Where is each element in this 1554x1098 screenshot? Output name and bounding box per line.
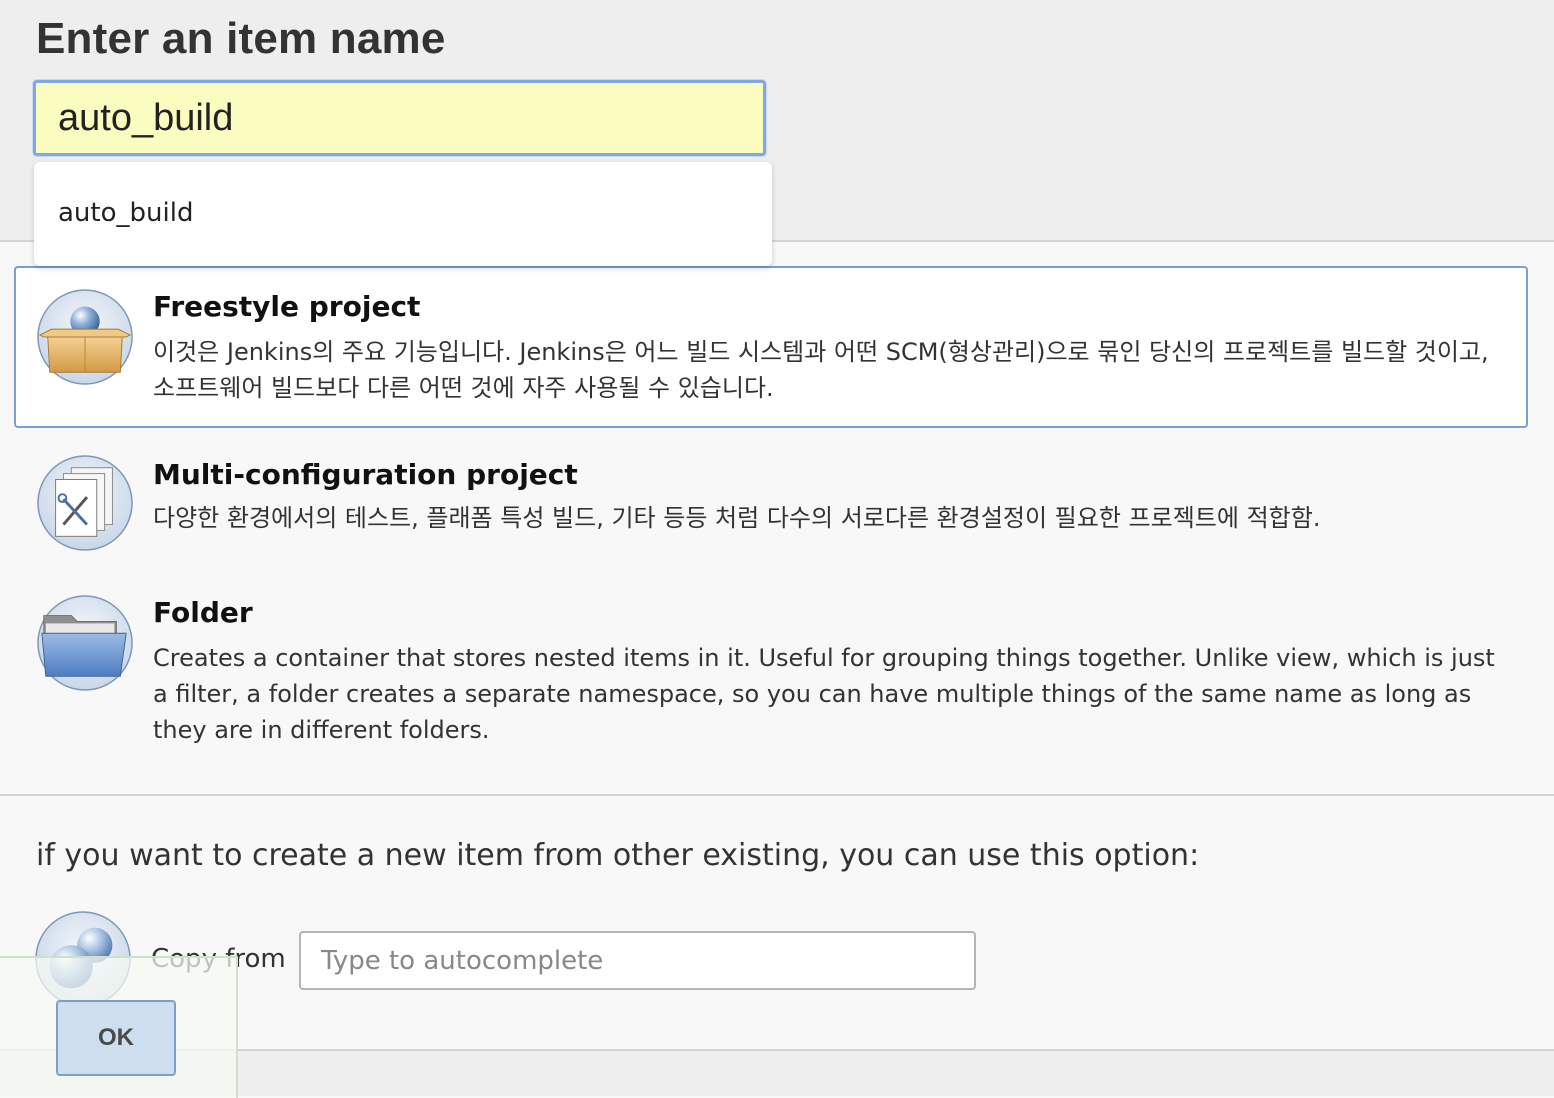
autocomplete-suggestion[interactable]: auto_build [58,198,193,228]
item-description-folder: Creates a container that stores nested i… [153,644,1495,744]
copy-from-input[interactable] [299,931,976,990]
item-label-folder: Folder [153,596,253,629]
bottom-sticky-panel: OK [0,956,238,1098]
section-divider [0,794,1554,796]
item-type-folder[interactable]: Folder Creates a container that stores n… [14,582,1528,752]
item-description-multi-configuration: 다양한 환경에서의 테스트, 플래폼 특성 빌드, 기타 등등 처럼 다수의 서… [153,504,1321,532]
item-description-freestyle: 이것은 Jenkins의 주요 기능입니다. Jenkins은 어느 빌드 시스… [153,338,1489,402]
item-name-input[interactable] [33,80,766,156]
item-type-freestyle[interactable]: Freestyle project 이것은 Jenkins의 주요 기능입니다.… [14,266,1528,428]
page-title: Enter an item name [36,14,446,63]
item-label-multi-configuration: Multi-configuration project [153,458,578,491]
freestyle-box-icon [37,289,133,385]
multi-config-tools-icon [37,455,133,551]
ok-button[interactable]: OK [56,1000,176,1076]
item-label-freestyle: Freestyle project [153,290,421,323]
folder-icon [37,595,133,691]
item-type-multi-configuration[interactable]: Multi-configuration project 다양한 환경에서의 테스… [14,440,1528,566]
autocomplete-dropdown: auto_build [34,162,772,266]
copy-from-hint: if you want to create a new item from ot… [36,838,1200,873]
